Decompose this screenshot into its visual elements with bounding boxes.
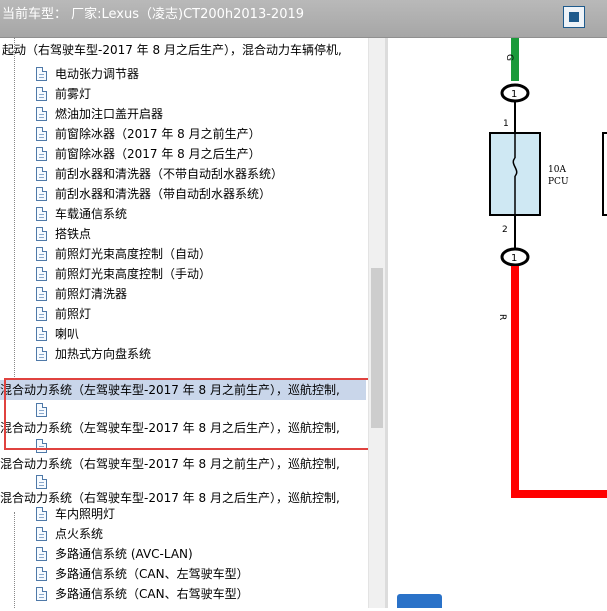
tree-item-label: 混合动力系统（左驾驶车型-2017 年 8 月之后生产），巡航控制, — [0, 421, 340, 435]
doc-icon — [36, 87, 47, 101]
doc-icon — [36, 127, 47, 141]
fuse-name: PCU — [548, 177, 569, 187]
tree-item-selected[interactable]: 混合动力系统（左驾驶车型-2017 年 8 月之前生产），巡航控制, — [0, 380, 366, 400]
doc-icon — [36, 167, 47, 181]
doc-icon — [36, 327, 47, 341]
doc-icon — [36, 507, 47, 521]
title-bar: 当前车型： 厂家:Lexus（凌志)CT200h2013-2019 — [0, 0, 607, 38]
doc-icon — [36, 107, 47, 121]
doc-icon — [36, 475, 47, 489]
wire-code-bottom: R — [497, 314, 507, 320]
doc-icon — [36, 403, 47, 417]
doc-icon — [36, 267, 47, 281]
connector-bottom-label: 1 — [511, 253, 517, 264]
tree-item-label: 车载通信系统 — [55, 207, 128, 221]
tree-scrollbar[interactable] — [368, 38, 386, 608]
tree-item-label: 前刮水器和清洗器（带自动刮水器系统） — [55, 187, 272, 201]
doc-icon — [36, 439, 47, 453]
tree-item-label: 车内照明灯 — [55, 507, 116, 521]
wiring-diagram: G 1 1 10A PCU 2 1 R — [388, 38, 607, 608]
tree-item-label: 前雾灯 — [55, 87, 92, 101]
tree-item-label: 多路通信系统（CAN、右驾驶车型） — [55, 587, 249, 601]
tree-item-label: 前窗除冰器（2017 年 8 月之前生产） — [55, 127, 261, 141]
adjacent-component — [602, 132, 607, 216]
tree-guide-line — [14, 38, 15, 381]
doc-icon — [36, 307, 47, 321]
doc-icon — [36, 67, 47, 81]
pin-top-label: 1 — [503, 119, 509, 129]
tree-item-label: 混合动力系统（右驾驶车型-2017 年 8 月之前生产），巡航控制, — [0, 457, 340, 471]
fuse-rating: 10A — [548, 165, 566, 175]
tree-item-label: 燃油加注口盖开启器 — [55, 107, 164, 121]
tree-item-label: 前照灯 — [55, 307, 92, 321]
doc-icon — [36, 547, 47, 561]
tree-item-label: 混合动力系统（左驾驶车型-2017 年 8 月之前生产），巡航控制, — [0, 383, 340, 397]
doc-icon — [36, 247, 47, 261]
wire-code-top: G — [504, 54, 514, 61]
connector-top-label: 1 — [511, 89, 517, 100]
tree-item-label: 前刮水器和清洗器（不带自动刮水器系统） — [55, 167, 284, 181]
window-title: 当前车型： 厂家:Lexus（凌志)CT200h2013-2019 — [2, 7, 305, 22]
doc-icon — [36, 227, 47, 241]
tree-item-label: 多路通信系统 (AVC-LAN) — [55, 547, 193, 561]
tree-item-label: 多路通信系统（CAN、左驾驶车型） — [55, 567, 249, 581]
tree-item-label: 前照灯光束高度控制（自动） — [55, 247, 212, 261]
bottom-tab-button[interactable] — [397, 594, 442, 608]
tree-item-label: 前照灯光束高度控制（手动） — [55, 267, 212, 281]
diagram-canvas: G 1 1 10A PCU 2 1 R — [489, 38, 607, 498]
tree-item-label: 加热式方向盘系统 — [55, 347, 152, 361]
panel-toggle-button[interactable] — [563, 6, 585, 28]
doc-icon — [36, 207, 47, 221]
tree-item-label: 点火系统 — [55, 527, 104, 541]
tree-item-label: 混合动力系统（右驾驶车型-2017 年 8 月之后生产），巡航控制, — [0, 491, 340, 505]
doc-icon — [36, 347, 47, 361]
tree-item-label: 喇叭 — [55, 327, 80, 341]
doc-icon — [36, 187, 47, 201]
tree-guide-line — [14, 512, 15, 608]
doc-icon — [36, 587, 47, 601]
tree-item-label: 前窗除冰器（2017 年 8 月之后生产） — [55, 147, 261, 161]
wiring-tree: 起动（右驾驶车型-2017 年 8 月之后生产），混合动力车辆停机, 电动张力调… — [0, 38, 368, 608]
tree-item-label: 电动张力调节器 — [55, 67, 140, 81]
doc-icon — [36, 147, 47, 161]
red-wire — [511, 266, 519, 498]
pin-bottom-label: 2 — [502, 225, 508, 235]
doc-icon — [36, 287, 47, 301]
tree-item-label: 搭铁点 — [55, 227, 92, 241]
tree-item-label: 前照灯清洗器 — [55, 287, 128, 301]
doc-icon — [36, 527, 47, 541]
doc-icon — [36, 567, 47, 581]
red-wire — [511, 490, 607, 498]
scrollbar-thumb[interactable] — [371, 268, 383, 428]
tree-item-label: 起动（右驾驶车型-2017 年 8 月之后生产），混合动力车辆停机, — [2, 43, 342, 57]
